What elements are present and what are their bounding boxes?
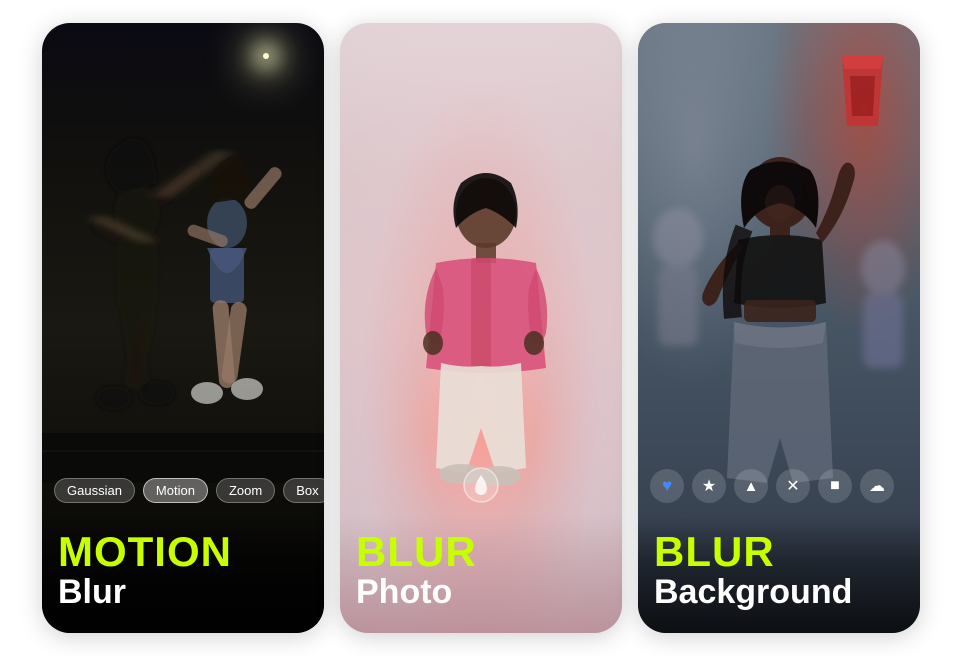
reaction-heart[interactable]: ♥ [650,469,684,503]
card3-bottom: BLUR Background [638,515,920,633]
chip-gaussian[interactable]: Gaussian [54,478,135,503]
drop-icon [463,467,499,503]
dancer-container [42,103,324,483]
street-light [263,53,269,59]
reaction-star[interactable]: ★ [692,469,726,503]
card-motion-blur[interactable]: Gaussian Motion Zoom Box MOTION Blur [42,23,324,633]
cards-container: Gaussian Motion Zoom Box MOTION Blur [22,3,940,653]
drop-icon-container[interactable] [463,467,499,503]
chip-box[interactable]: Box [283,478,324,503]
chip-zoom[interactable]: Zoom [216,478,275,503]
card1-title-main: Blur [58,575,308,609]
card3-people [638,118,920,518]
card3-title-accent: BLUR [654,531,904,573]
card2-person [381,158,581,518]
card2-title-accent: BLUR [356,531,606,573]
reaction-triangle[interactable]: ▲ [734,469,768,503]
card-blur-photo[interactable]: BLUR Photo [340,23,622,633]
card2-title-main: Photo [356,575,606,609]
card1-bottom: MOTION Blur [42,515,324,633]
card3-title-main: Background [654,575,904,609]
reaction-icons: ♥ ★ ▲ ✕ ■ ☁ [638,469,920,503]
filter-chips: Gaussian Motion Zoom Box [42,478,324,503]
reaction-target[interactable]: ✕ [776,469,810,503]
card1-title-accent: MOTION [58,531,308,573]
reaction-cloud[interactable]: ☁ [860,469,894,503]
card-blur-background[interactable]: ♥ ★ ▲ ✕ ■ ☁ BLUR Background [638,23,920,633]
card2-bottom: BLUR Photo [340,515,622,633]
chip-motion[interactable]: Motion [143,478,208,503]
reaction-square[interactable]: ■ [818,469,852,503]
